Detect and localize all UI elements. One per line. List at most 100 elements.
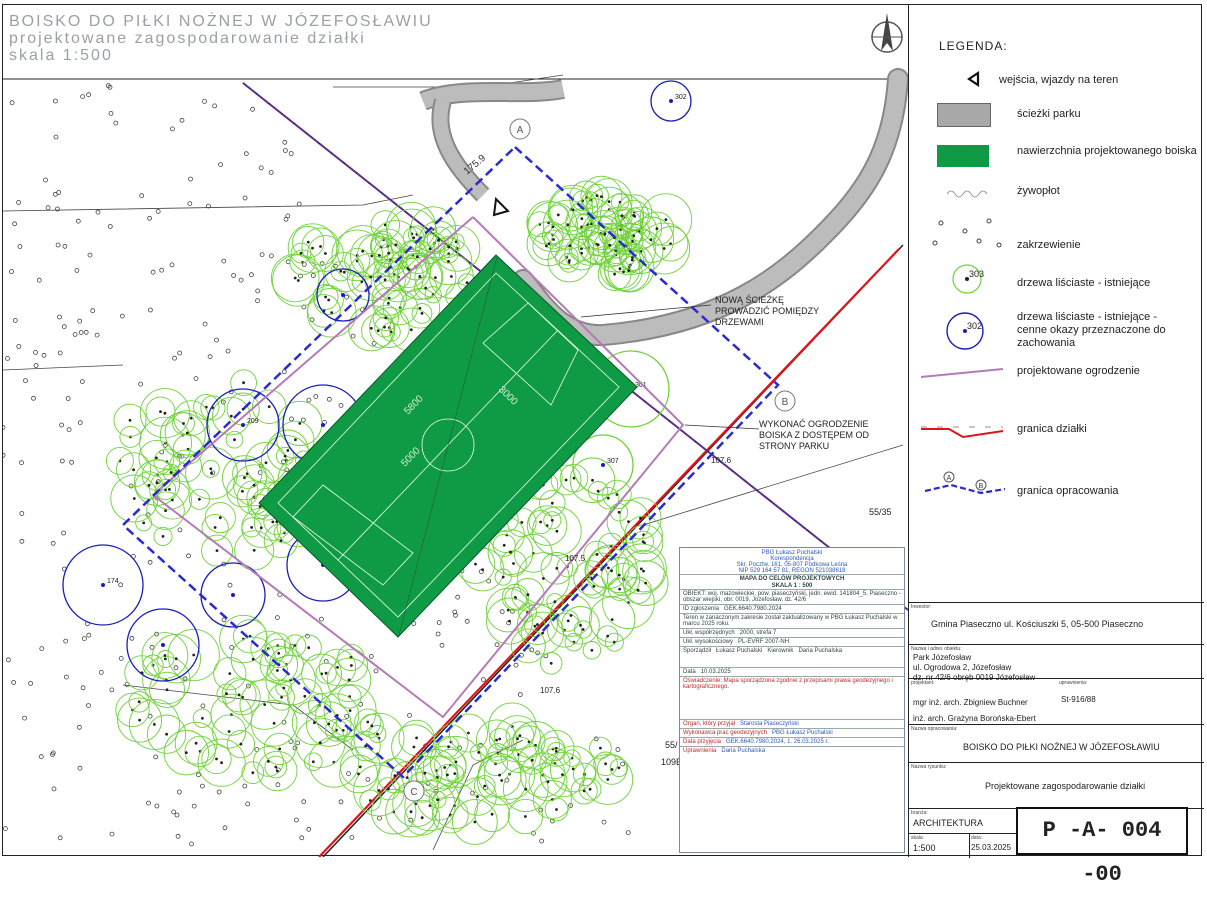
license-1: St-916/88 bbox=[1061, 695, 1096, 704]
shrub-dot bbox=[248, 272, 254, 278]
tree-icon: 303 bbox=[952, 264, 984, 294]
plot-line bbox=[3, 364, 124, 371]
tree-trunk bbox=[168, 488, 171, 491]
shrub-dot bbox=[222, 825, 228, 831]
prepared-label: Sporządził bbox=[683, 648, 712, 654]
tree-trunk bbox=[299, 251, 303, 255]
tree-trunk bbox=[467, 731, 470, 735]
tree-trunk bbox=[264, 461, 268, 465]
shrub-dot bbox=[113, 120, 119, 126]
marker-c: C bbox=[403, 780, 425, 802]
drawing-code: P -A- 004 -00 bbox=[1016, 807, 1188, 887]
tree-trunk bbox=[627, 269, 631, 273]
rights-value: Daria Puchalska bbox=[721, 748, 766, 754]
tree-trunk bbox=[347, 678, 351, 682]
tree-trunk bbox=[409, 810, 413, 814]
tree-trunk bbox=[416, 255, 419, 259]
drawing-name: Projektowane zagospodarowanie działki bbox=[985, 781, 1146, 791]
shrub-dot bbox=[147, 307, 153, 313]
tree-trunk bbox=[298, 422, 302, 425]
shrub-dot bbox=[146, 800, 151, 806]
valuable-tree-trunk bbox=[321, 423, 325, 427]
shrub-dot bbox=[129, 635, 135, 641]
tree-trunk bbox=[580, 217, 584, 221]
shrub-dot bbox=[155, 208, 161, 214]
tree-trunk bbox=[311, 246, 314, 250]
entrance-icon bbox=[967, 71, 980, 87]
plot-number: 55/35 bbox=[869, 507, 892, 517]
tree-trunk bbox=[159, 410, 162, 413]
valuable-tree-trunk bbox=[601, 463, 605, 467]
level-mark: 107.6 bbox=[711, 456, 732, 465]
tree-trunk bbox=[412, 745, 416, 749]
designers-row: projektant: uprawnienia: mgr inż. arch. … bbox=[909, 678, 1204, 725]
tree-trunk bbox=[294, 438, 297, 442]
tree-trunk bbox=[518, 734, 522, 737]
tree-trunk bbox=[393, 774, 397, 777]
tree-trunk bbox=[500, 779, 504, 782]
tree-trunk bbox=[481, 568, 484, 571]
tree-trunk bbox=[412, 236, 416, 240]
tree-trunk bbox=[286, 449, 290, 452]
tree-number: 174 bbox=[107, 578, 119, 585]
valuable-tree-trunk bbox=[231, 593, 235, 597]
shrub-dot bbox=[169, 126, 175, 132]
shrub-dot bbox=[229, 645, 235, 650]
tree-trunk bbox=[613, 272, 616, 276]
tree-trunk bbox=[608, 243, 611, 247]
legend-heading: LEGENDA: bbox=[939, 39, 1008, 53]
id-value: GEK.6640.7980.2024 bbox=[724, 606, 782, 612]
tree-trunk bbox=[366, 720, 370, 724]
tree-trunk bbox=[182, 422, 185, 425]
shrub-dot bbox=[268, 253, 274, 259]
shrub-dot bbox=[12, 221, 18, 227]
shrub-dot bbox=[193, 376, 199, 382]
tree-trunk bbox=[542, 577, 545, 580]
authority-value: Starosta Piaseczyński bbox=[740, 721, 799, 727]
tree-trunk bbox=[276, 669, 279, 672]
designer-1: mgr inż. arch. Zbigniew Buchner bbox=[913, 698, 1028, 707]
shrub-dot bbox=[242, 783, 248, 789]
tree-trunk bbox=[591, 478, 594, 482]
tree-trunk bbox=[251, 657, 255, 661]
shrub-dot bbox=[57, 350, 63, 356]
shrub-dot bbox=[147, 559, 153, 565]
svg-text:A: A bbox=[517, 125, 524, 136]
tree-trunk bbox=[387, 251, 391, 255]
valuable-tree-trunk bbox=[341, 293, 345, 297]
tree-trunk bbox=[649, 238, 653, 242]
tree-trunk bbox=[662, 247, 666, 250]
tree-trunk bbox=[184, 751, 188, 755]
shrub-dot bbox=[59, 458, 65, 464]
shrub-dot bbox=[65, 396, 71, 401]
shrub-dot bbox=[494, 642, 500, 648]
shrub-dot bbox=[377, 815, 382, 821]
tree-trunk bbox=[590, 648, 594, 652]
shrub-dot bbox=[207, 354, 213, 360]
shrub-dot bbox=[200, 703, 206, 709]
site-row: Nazwa i adres obiektu: Park Józefosław u… bbox=[909, 644, 1204, 682]
valuable-tree-trunk bbox=[161, 643, 165, 647]
tree-trunk bbox=[603, 232, 607, 236]
shrub-dot bbox=[118, 582, 124, 588]
svg-text:B: B bbox=[979, 483, 984, 490]
tree-trunk bbox=[581, 628, 585, 631]
shrub-dot bbox=[138, 381, 144, 387]
tree-trunk bbox=[128, 418, 132, 422]
shrub-dot bbox=[288, 151, 294, 156]
date-value: 10.03.2025 bbox=[700, 669, 731, 675]
tree-trunk bbox=[434, 276, 437, 279]
tree-trunk bbox=[631, 256, 634, 259]
tree-trunk bbox=[524, 787, 528, 791]
shrub-dot bbox=[243, 151, 249, 157]
shrub-dot bbox=[231, 273, 237, 278]
shrub-dot bbox=[36, 277, 42, 283]
tree-trunk bbox=[474, 562, 477, 566]
shrub-dot bbox=[107, 224, 113, 229]
shrub-dot bbox=[159, 267, 165, 273]
tree-trunk bbox=[368, 799, 372, 802]
tree-trunk bbox=[536, 623, 539, 626]
tree-trunk bbox=[229, 414, 233, 418]
tree-trunk bbox=[454, 760, 458, 764]
shrub-dot bbox=[455, 594, 461, 600]
